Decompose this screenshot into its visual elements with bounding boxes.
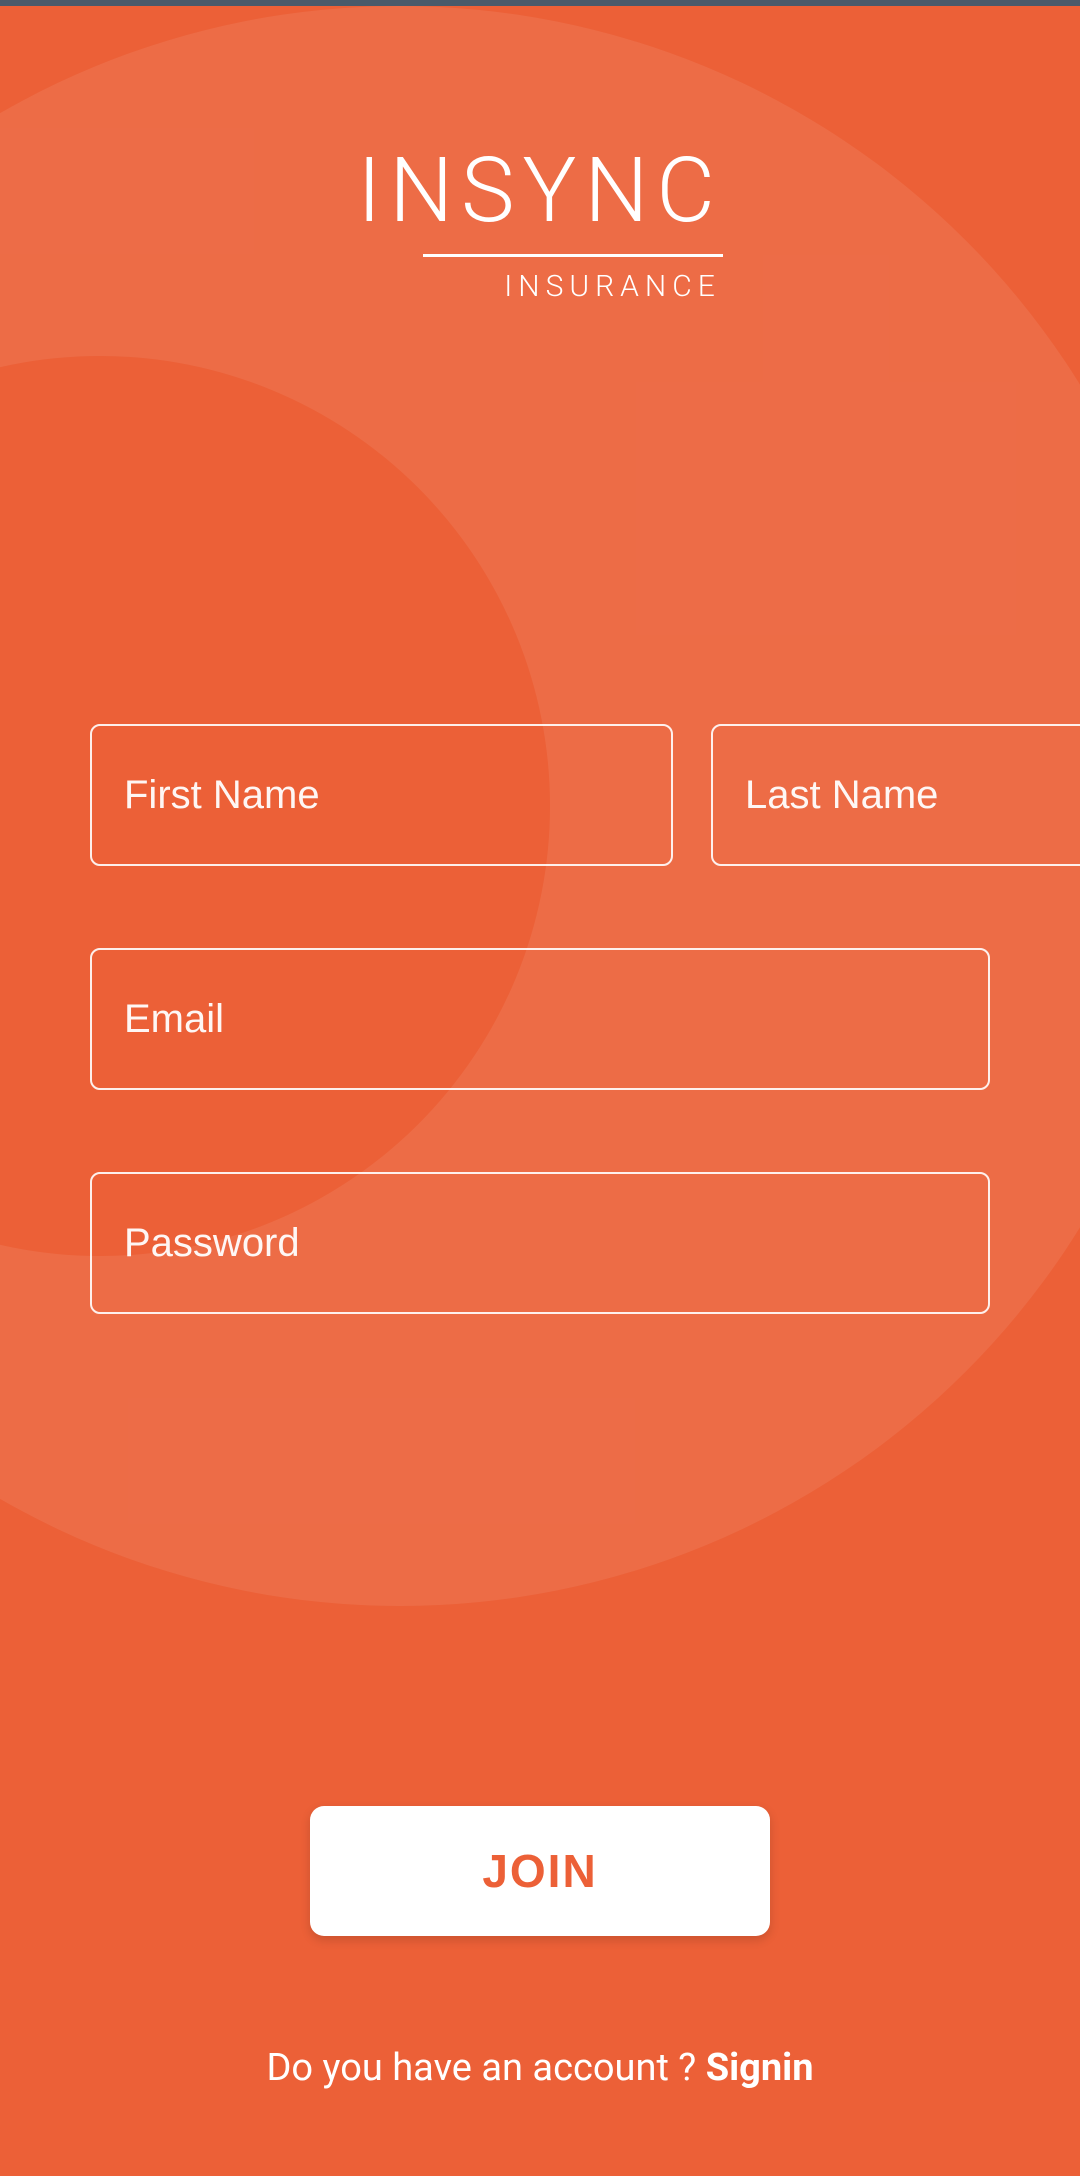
last-name-field[interactable] [711, 724, 1080, 866]
email-field[interactable] [90, 948, 990, 1090]
logo: INSYNC INSURANCE [357, 146, 723, 304]
signin-link[interactable]: Signin [706, 2046, 814, 2090]
join-button[interactable]: JOIN [310, 1806, 770, 1936]
logo-main-text: INSYNC [357, 146, 723, 236]
first-name-field[interactable] [90, 724, 673, 866]
signin-prompt: Do you have an account ? Signin [266, 2046, 813, 2090]
password-field[interactable] [90, 1172, 990, 1314]
logo-sub-text: INSURANCE [357, 269, 723, 304]
signup-form [90, 724, 990, 1396]
logo-divider [423, 254, 723, 257]
signin-prompt-text: Do you have an account ? [266, 2046, 705, 2090]
